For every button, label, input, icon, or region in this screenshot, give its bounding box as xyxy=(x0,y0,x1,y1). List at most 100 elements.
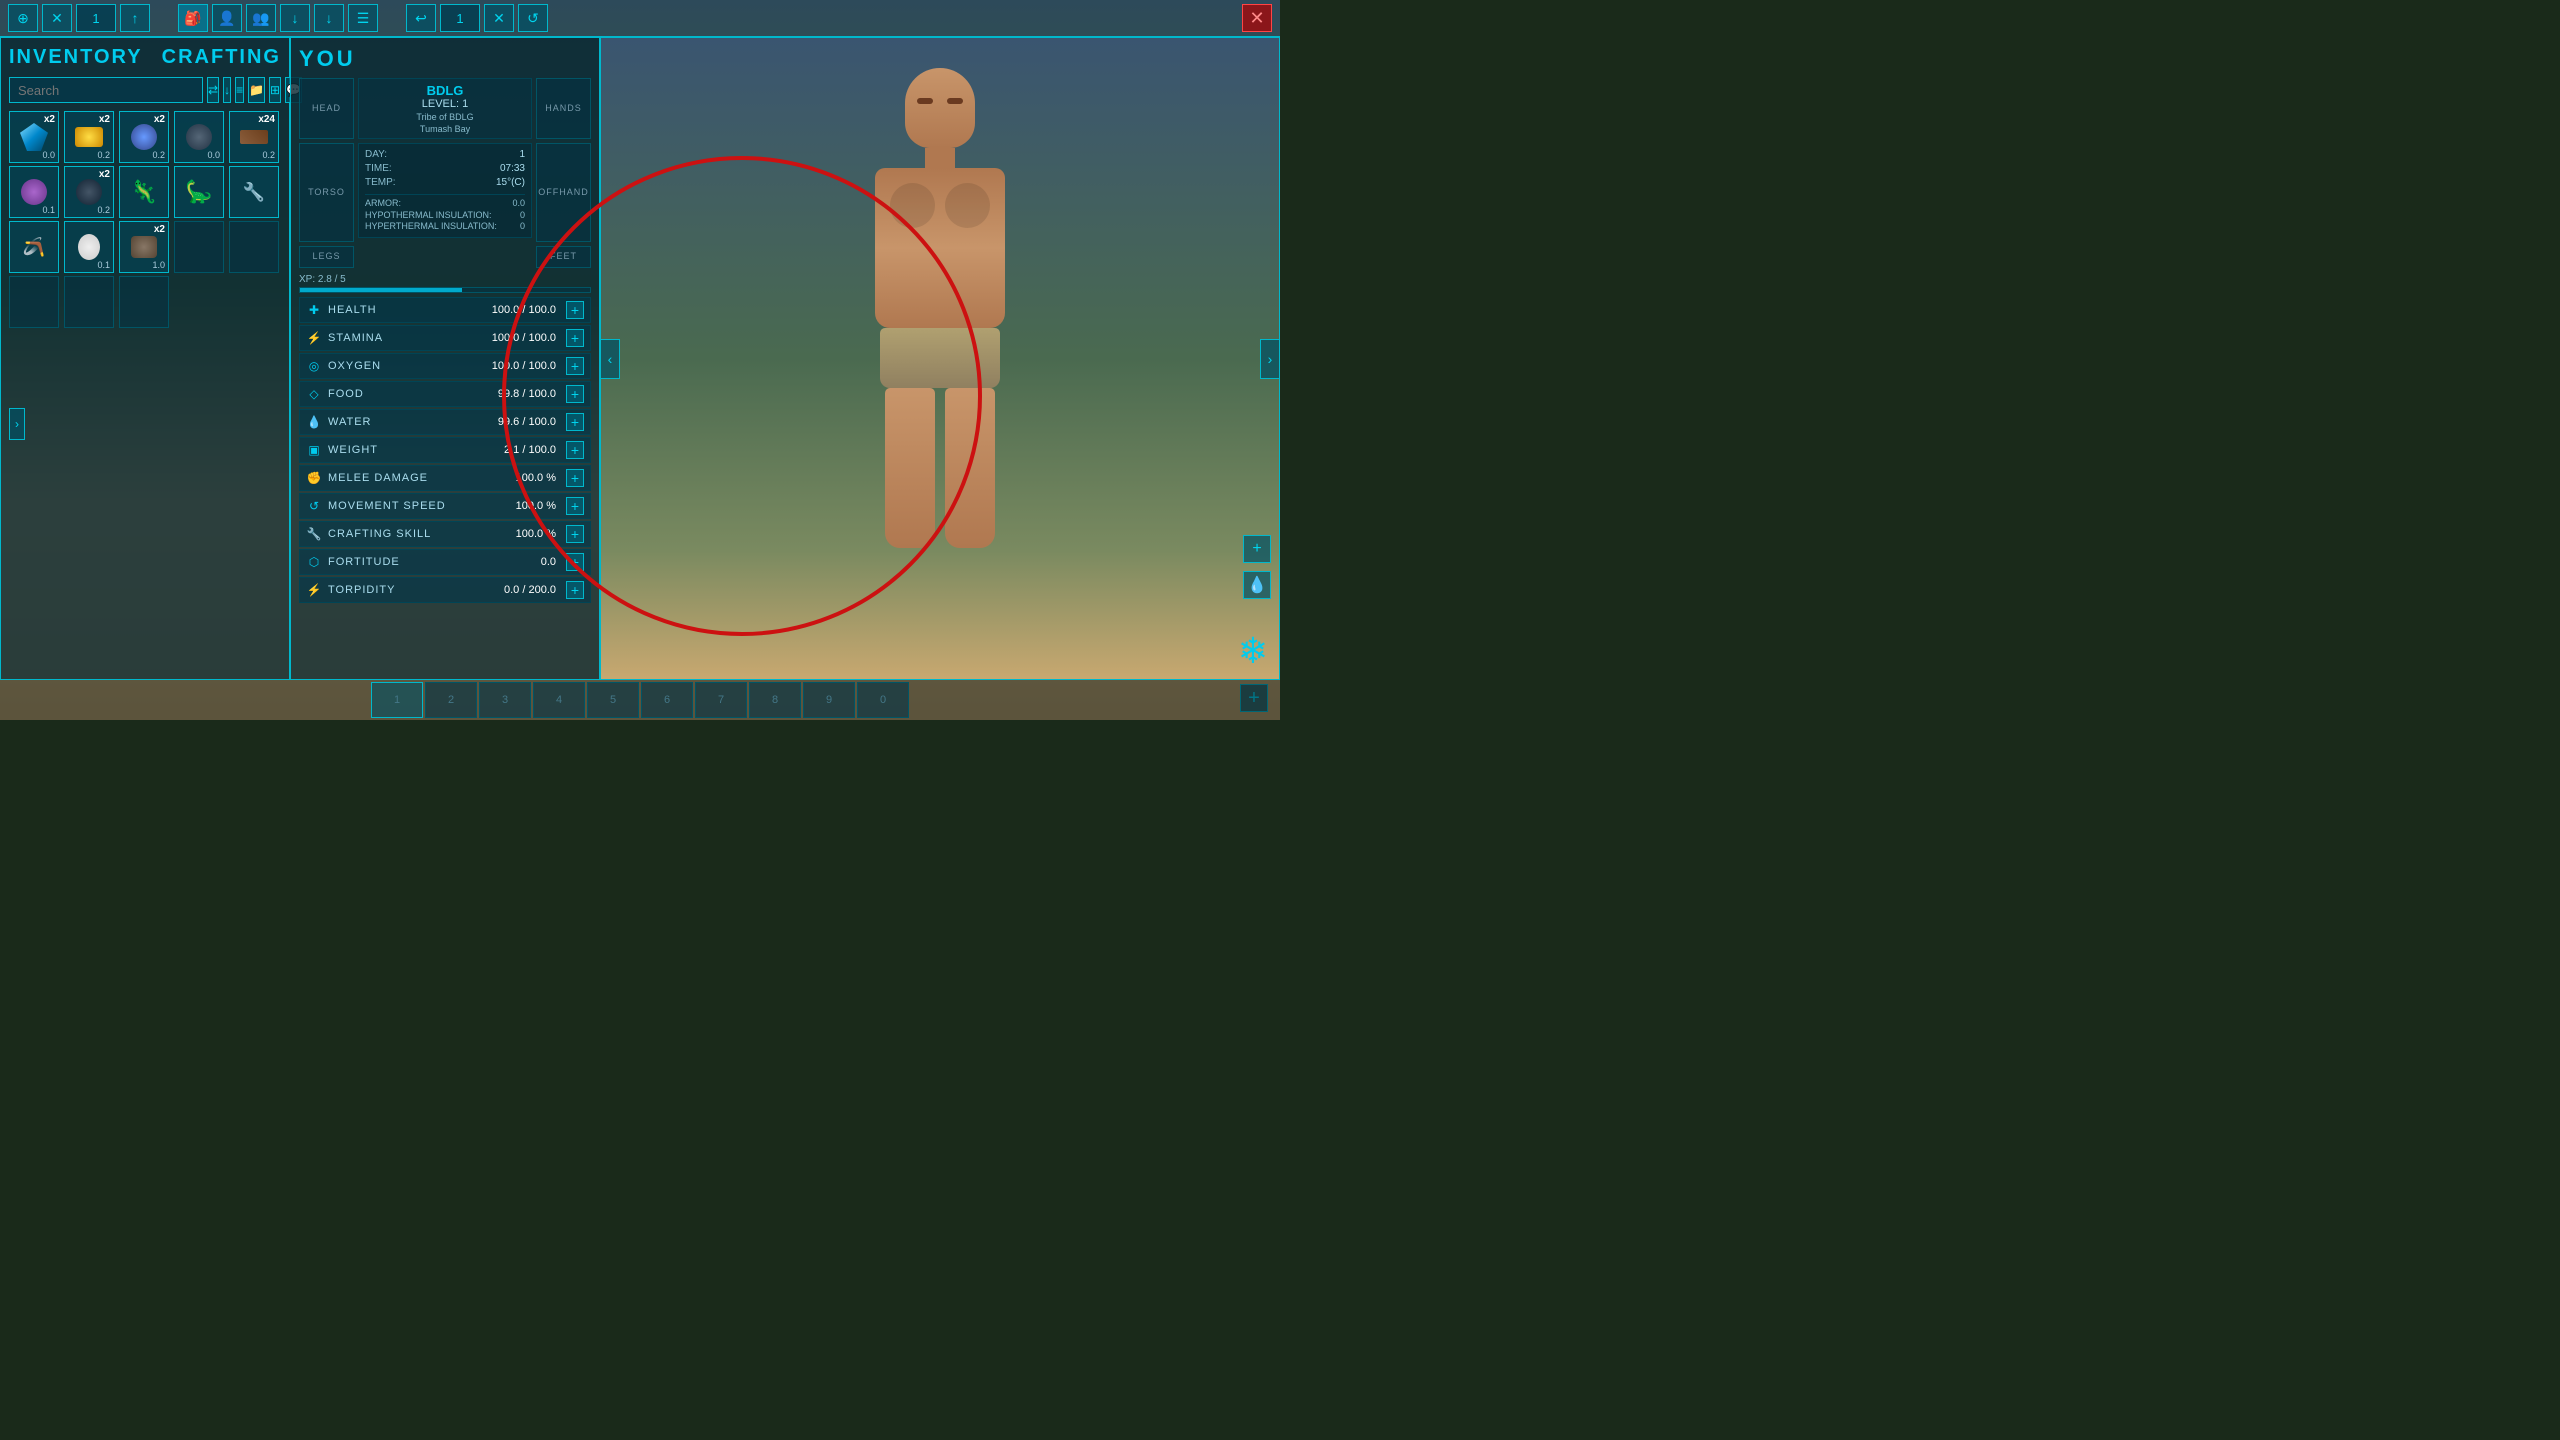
offhand-slot[interactable]: OFFHAND xyxy=(536,143,591,242)
movement-plus-btn[interactable]: + xyxy=(566,497,584,515)
melee-plus-btn[interactable]: + xyxy=(566,469,584,487)
toolbar-btn-gem[interactable]: ⊕ xyxy=(8,4,38,32)
toolbar-btn-back[interactable]: ↩ xyxy=(406,4,436,32)
toolbar-btn-bag[interactable]: 🎒 xyxy=(178,4,208,32)
inv-slot-5[interactable]: 0.1 xyxy=(9,166,59,218)
torso-slot[interactable]: ToRSO xyxy=(299,143,354,242)
search-input[interactable] xyxy=(9,77,203,103)
hands-slot[interactable]: HANDS xyxy=(536,78,591,139)
inv-slot-12[interactable]: x2 1.0 xyxy=(119,221,169,273)
water-val: 99.6 / 100.0 xyxy=(498,416,556,428)
stamina-val: 100.0 / 100.0 xyxy=(492,332,556,344)
hotbar-slot-9[interactable]: 9 xyxy=(803,682,855,718)
toolbar-btn-menu[interactable]: ☰ xyxy=(348,4,378,32)
inv-slot-16[interactable] xyxy=(64,276,114,328)
stamina-icon: ⚡ xyxy=(306,331,322,345)
armor-label: ARMOR: xyxy=(365,198,401,210)
hotbar-slot-3[interactable]: 3 xyxy=(479,682,531,718)
sort-btn1[interactable]: ⇄ xyxy=(207,77,219,103)
inv-slot-15[interactable] xyxy=(9,276,59,328)
hotbar-slot-7[interactable]: 7 xyxy=(695,682,747,718)
action-btn1[interactable]: ⊞ xyxy=(269,77,281,103)
crafting-plus-btn[interactable]: + xyxy=(566,525,584,543)
dark-item xyxy=(186,124,212,150)
torso-label: ToRSO xyxy=(308,187,345,197)
snowflake-icon: ❄ xyxy=(1238,630,1268,672)
water-plus-btn[interactable]: + xyxy=(566,413,584,431)
you-panel-nav-left[interactable]: ‹ xyxy=(600,339,620,379)
inv-slot-7[interactable]: 🦎 xyxy=(119,166,169,218)
inv-slot-4[interactable]: x24 0.2 xyxy=(229,111,279,163)
inventory-nav-arrow[interactable]: › xyxy=(9,408,25,440)
inv-slot-0[interactable]: x2 0.0 xyxy=(9,111,59,163)
search-row: ⇄ ↓ ≡ 📁 ⊞ 💬 xyxy=(9,77,281,103)
toolbar-btn-x2[interactable]: ✕ xyxy=(484,4,514,32)
hotbar-slot-1[interactable]: 1 xyxy=(371,682,423,718)
inv-slot-11[interactable]: 0.1 xyxy=(64,221,114,273)
sort-btn2[interactable]: ↓ xyxy=(223,77,231,103)
toolbar-btn-person[interactable]: 👤 xyxy=(212,4,242,32)
weight-plus-btn[interactable]: + xyxy=(566,441,584,459)
inv-slot-17[interactable] xyxy=(119,276,169,328)
inv-slot-3[interactable]: 0.0 xyxy=(174,111,224,163)
legs-label: LEGS xyxy=(312,251,340,261)
bottom-hotbar: 1 2 3 4 5 6 7 8 9 0 xyxy=(0,680,1280,720)
toolbar-btn-down2[interactable]: ↓ xyxy=(314,4,344,32)
purple-item xyxy=(21,179,47,205)
inv-slot-8[interactable]: 🦕 xyxy=(174,166,224,218)
toolbar-counter-right[interactable] xyxy=(440,4,480,32)
hotbar-slot-6[interactable]: 6 xyxy=(641,682,693,718)
inv-slot-6[interactable]: x2 0.2 xyxy=(64,166,114,218)
toolbar-btn-x[interactable]: ✕ xyxy=(42,4,72,32)
crafting-val: 100.0 % xyxy=(516,528,556,540)
hotbar-slot-5-label: 5 xyxy=(610,694,616,706)
item-count-6: x2 xyxy=(99,169,110,180)
stat-crafting: 🔧 CRAFTING SKILL 100.0 % + xyxy=(299,521,591,547)
toolbar-btn-group[interactable]: 👥 xyxy=(246,4,276,32)
stamina-name: STAMINA xyxy=(328,332,486,344)
close-button[interactable]: ✕ xyxy=(1242,4,1272,32)
legs-slot[interactable]: LEGS xyxy=(299,246,354,268)
feet-slot[interactable]: FEET xyxy=(536,246,591,268)
right-side-icons: + 💧 xyxy=(1243,535,1271,599)
fortitude-plus-btn[interactable]: + xyxy=(566,553,584,571)
hotbar-slot-0[interactable]: 0 xyxy=(857,682,909,718)
sort-btn3[interactable]: ≡ xyxy=(235,77,244,103)
hotbar-slot-8[interactable]: 8 xyxy=(749,682,801,718)
you-panel: YOU HEAD BDLG LEVEL: 1 Tribe of BDLG Tum… xyxy=(290,36,600,680)
oxygen-plus-btn[interactable]: + xyxy=(566,357,584,375)
toolbar-btn-down1[interactable]: ↓ xyxy=(280,4,310,32)
toolbar-btn-up[interactable]: ↑ xyxy=(120,4,150,32)
dino-green-item: 🦕 xyxy=(185,179,212,205)
you-panel-nav-right[interactable]: › xyxy=(1260,339,1280,379)
stat-food: ◇ FOOD 99.8 / 100.0 + xyxy=(299,381,591,407)
toolbar-btn-refresh[interactable]: ↺ xyxy=(518,4,548,32)
plus-icon-right[interactable]: + xyxy=(1243,535,1271,563)
stamina-plus-btn[interactable]: + xyxy=(566,329,584,347)
health-plus-btn[interactable]: + xyxy=(566,301,584,319)
item-val-2: 0.2 xyxy=(152,150,165,160)
torpidity-name: TORPIDITY xyxy=(328,584,498,596)
inv-slot-14[interactable] xyxy=(229,221,279,273)
fortitude-icon: ⬡ xyxy=(306,555,322,569)
inv-slot-9[interactable]: 🔧 xyxy=(229,166,279,218)
hotbar-slot-5[interactable]: 5 xyxy=(587,682,639,718)
melee-val: 100.0 % xyxy=(516,472,556,484)
inv-slot-1[interactable]: x2 0.2 xyxy=(64,111,114,163)
stat-weight: ▣ WEIGHT 2.1 / 100.0 + xyxy=(299,437,591,463)
inv-slot-13[interactable] xyxy=(174,221,224,273)
movement-name: MOVEMENT SPEED xyxy=(328,500,510,512)
time-label: TIME: xyxy=(365,162,392,176)
hotbar-slot-2[interactable]: 2 xyxy=(425,682,477,718)
torpidity-plus-btn[interactable]: + xyxy=(566,581,584,599)
movement-val: 100.0 % xyxy=(516,500,556,512)
hotbar-slot-4[interactable]: 4 xyxy=(533,682,585,718)
head-slot[interactable]: HEAD xyxy=(299,78,354,139)
inv-slot-10[interactable]: 🪃 xyxy=(9,221,59,273)
inv-slot-2[interactable]: x2 0.2 xyxy=(119,111,169,163)
toolbar-counter-left[interactable] xyxy=(76,4,116,32)
item-val-11: 0.1 xyxy=(97,260,110,270)
food-plus-btn[interactable]: + xyxy=(566,385,584,403)
sort-btn4[interactable]: 📁 xyxy=(248,77,265,103)
stat-melee: ✊ MELEE DAMAGE 100.0 % + xyxy=(299,465,591,491)
